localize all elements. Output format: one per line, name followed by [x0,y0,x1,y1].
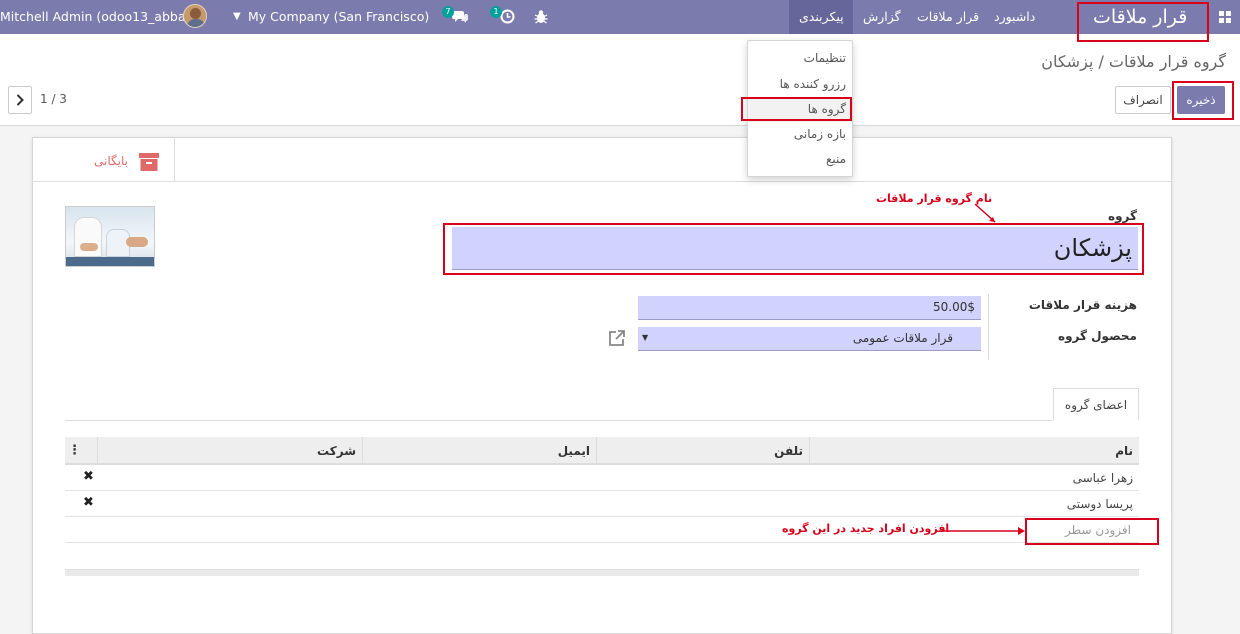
group-image[interactable] [65,206,155,267]
control-panel: گروه قرار ملاقات / پزشکان ذخیره انصراف 1… [0,34,1240,126]
activities-badge: 1 [490,6,502,18]
button-box [33,138,1171,182]
group-name-highlight [443,223,1144,275]
row-name: زهرا عباسی [1072,471,1133,485]
column-email[interactable]: ایمیل [362,437,596,465]
column-phone[interactable]: تلفن [596,437,809,465]
archive-button[interactable]: بایگانی [83,138,175,182]
field-divider [988,294,989,360]
row-name: پریسا دوستی [1066,497,1133,511]
messages-icon[interactable] [452,10,468,24]
app-title-highlight [1077,2,1209,42]
discard-button[interactable]: انصراف [1115,86,1171,114]
messages-badge: 7 [442,6,454,18]
menu-appointments[interactable]: قرار ملاقات [917,0,979,34]
avatar[interactable] [183,4,207,28]
external-link-icon[interactable] [607,329,627,347]
column-name[interactable]: نام [809,437,1139,465]
price-label: هزینه قرار ملاقات [1028,298,1137,312]
price-input[interactable]: 50.00$ [638,296,981,320]
groups-item-highlight [741,97,852,121]
pager-value[interactable]: 1 / 3 [40,92,67,106]
add-line-highlight [1025,518,1159,545]
delete-row-icon[interactable]: ✖ [83,495,94,510]
table-row[interactable]: زهرا عباسی ✖ [65,465,1139,491]
annotation-arrow [974,203,996,223]
tab-label: اعضای گروه [1064,398,1128,412]
dropdown-item-bookers[interactable]: رزرو کننده ها [748,72,852,97]
activity-clock-icon[interactable] [500,9,515,24]
group-name-label: گروه [1108,209,1137,223]
column-company[interactable]: شرکت [97,437,362,465]
form-sheet: بایگانی گروه پزشکان نام گروه قرار ملاقات… [32,137,1172,634]
breadcrumb[interactable]: گروه قرار ملاقات / پزشکان [1041,52,1226,71]
product-label: محصول گروه [1057,329,1137,343]
caret-down-icon[interactable]: ▼ [233,0,241,34]
company-switcher[interactable]: My Company (San Francisco) [248,0,429,34]
chevron-right-icon [16,94,24,106]
pager-next-button[interactable] [8,86,32,114]
top-navbar: Mitchell Admin (odoo13_abbasi) ▼ My Comp… [0,0,1240,42]
archive-box-icon [139,153,159,171]
delete-row-icon[interactable]: ✖ [83,469,94,484]
dropdown-item-resources[interactable]: منبع [748,147,852,172]
product-select[interactable]: قرار ملاقات عمومی [638,327,981,351]
dropdown-item-time-slots[interactable]: بازه زمانی [748,122,852,147]
caret-down-icon[interactable]: ▼ [642,333,648,342]
add-line-annotation: افزودن افراد جدید در این گروه [782,522,950,535]
table-row[interactable]: پریسا دوستی ✖ [65,491,1139,517]
archive-label: بایگانی [94,154,128,168]
table-footer-bar [65,569,1139,576]
table-header: نام تلفن ایمیل شرکت ⋮ [65,437,1139,465]
annotation-arrow [939,527,1025,535]
dropdown-item-settings[interactable]: تنظیمات [748,46,852,71]
apps-grid-icon[interactable] [1219,11,1231,23]
tab-bar [65,420,1139,421]
menu-configuration-label[interactable]: پیکربندی [799,0,844,34]
debug-bug-icon[interactable] [534,9,548,24]
menu-dashboard[interactable]: داشبورد [994,0,1035,34]
menu-reporting[interactable]: گزارش [863,0,901,34]
column-options-icon[interactable]: ⋮ [68,437,81,465]
tab-group-members[interactable]: اعضای گروه [1053,388,1139,421]
user-menu-label[interactable]: Mitchell Admin (odoo13_abbasi) [0,0,200,34]
save-button-highlight [1172,81,1234,120]
